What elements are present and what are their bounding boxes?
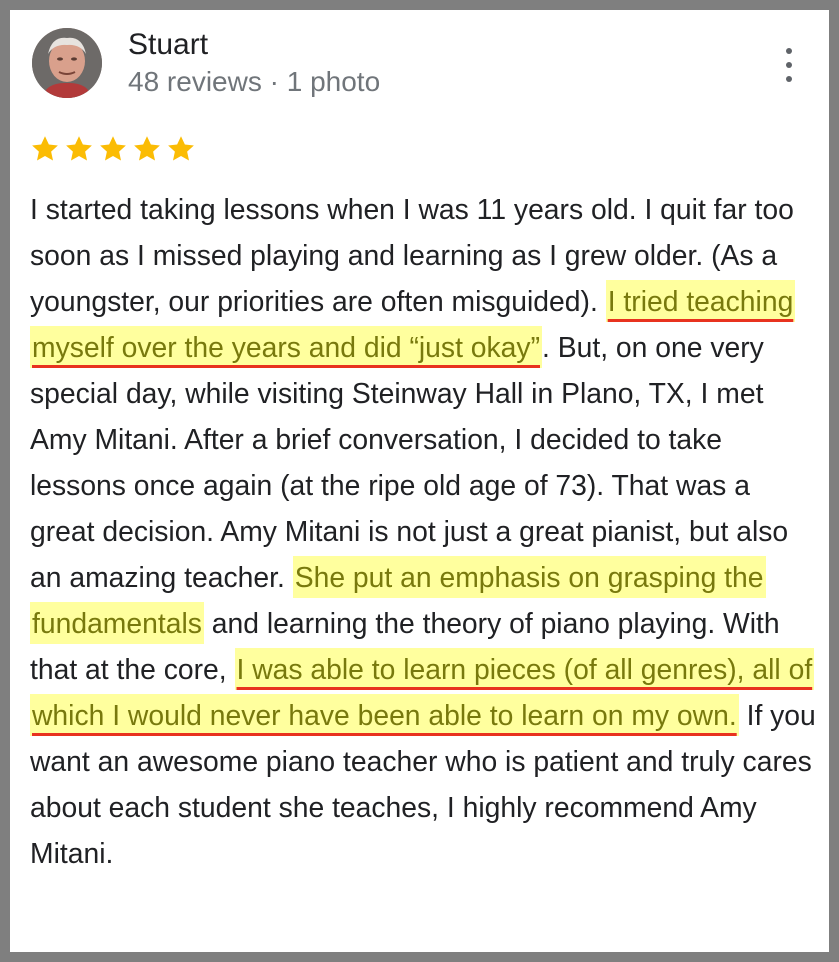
star-icon <box>32 136 58 161</box>
dot <box>786 62 792 68</box>
avatar-photo-icon <box>32 28 102 98</box>
star-icon <box>168 136 194 161</box>
star-icon <box>100 136 126 161</box>
review-text: I started taking lessons when I was 11 y… <box>30 186 820 876</box>
more-vert-icon[interactable] <box>780 48 798 82</box>
reviewer-name[interactable]: Stuart <box>128 26 208 64</box>
review-text-part: . But, on one very special day, while vi… <box>30 331 789 593</box>
star-icon <box>66 136 92 161</box>
review-card: Stuart 48 reviews · 1 photo I started ta… <box>10 10 829 952</box>
reviewer-meta: 48 reviews · 1 photo <box>128 66 381 97</box>
star-icon <box>134 136 160 161</box>
dot <box>786 48 792 54</box>
dot <box>786 76 792 82</box>
avatar[interactable] <box>32 28 102 98</box>
star-rating <box>30 134 196 164</box>
